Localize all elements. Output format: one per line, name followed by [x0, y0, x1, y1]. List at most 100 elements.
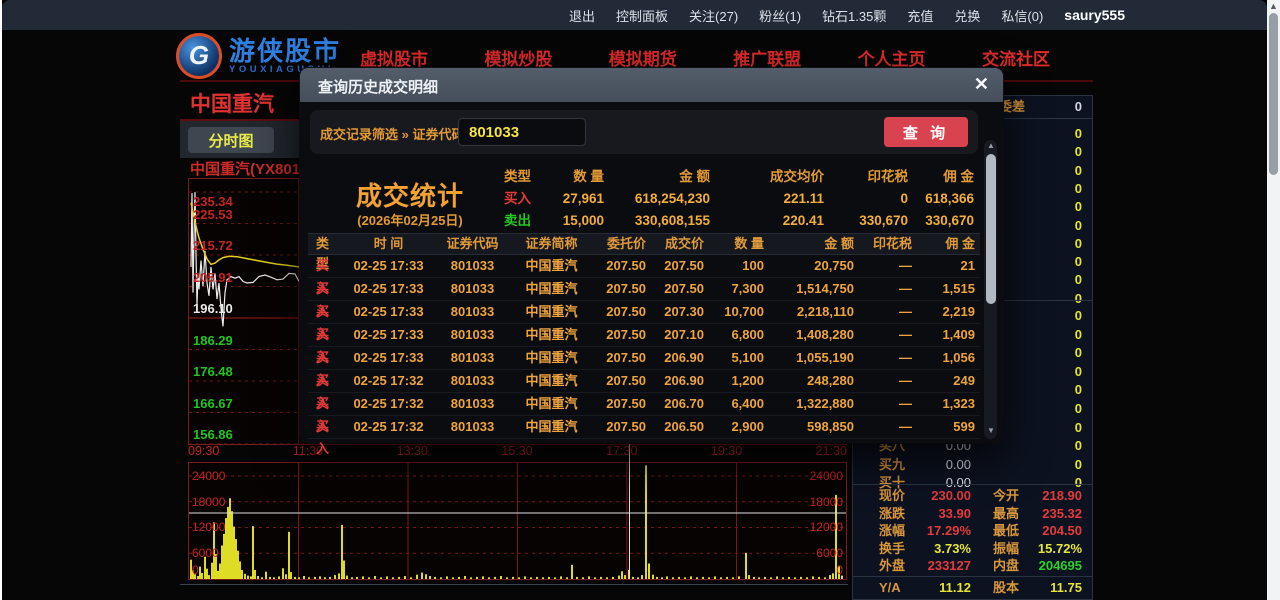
quote-row: 涨幅17.29%最低204.50 [853, 522, 1092, 540]
volume-bar [410, 577, 412, 579]
volume-bar [720, 577, 722, 579]
buy-level-volume: 0 [1075, 307, 1082, 325]
volume-bar [434, 577, 436, 579]
volume-bar [708, 577, 710, 579]
volume-bar [446, 576, 448, 579]
buy-level-volume: 0 [1075, 344, 1082, 362]
logo-title: 游侠股市 [229, 38, 341, 64]
modal-header[interactable]: 查询历史成交明细 ✕ [300, 68, 1003, 102]
history-trades-modal: 查询历史成交明细 ✕ 成交记录筛选 » 证券代码： 查 询 成交统计 (2026… [300, 68, 1003, 443]
volume-bar [314, 577, 316, 579]
volume-bar [261, 577, 263, 579]
volume-bar [571, 565, 573, 579]
volume-bar [582, 577, 584, 579]
volume-axis-label: 24000 [810, 469, 843, 483]
buy-level-volume: 0 [1075, 381, 1082, 399]
volume-bar [684, 577, 686, 579]
topbar-link[interactable]: 充值 [907, 6, 933, 25]
trade-row: 买入02-25 17:32801033中国重汽207.50206.901,200… [308, 370, 980, 393]
summary-header-row: 类型数 量金 额成交均价印花税佣 金 [500, 166, 974, 188]
volume-bar [252, 526, 254, 579]
topbar-link[interactable]: 兑换 [954, 6, 980, 25]
page-scroll-up-icon[interactable]: ▲ [1269, 1, 1278, 11]
volume-bar [368, 577, 370, 579]
volume-bar [235, 539, 237, 579]
topbar-link[interactable]: 退出 [569, 6, 595, 25]
volume-bar [696, 577, 698, 579]
volume-bar [782, 577, 784, 579]
filter-panel: 成交记录筛选 » 证券代码： 查 询 [310, 110, 978, 154]
stat-value: 204.50 [1042, 522, 1082, 540]
topbar-link[interactable]: 关注(27) [689, 6, 738, 25]
topbar-links: 退出 控制面板 关注(27) 粉丝(1) 钻石1.35颗 充值 兑换 私信(0) [569, 6, 1043, 25]
topbar-link[interactable]: 钻石1.35颗 [822, 6, 886, 25]
volume-axis-label: 6000 [192, 546, 219, 560]
volume-bar [732, 577, 734, 579]
volume-axis-label: 0 [836, 563, 843, 577]
security-code-input[interactable] [458, 118, 586, 146]
page-scrollbar-thumb[interactable] [1269, 13, 1278, 175]
volume-bar [764, 577, 766, 579]
nav-item[interactable]: 模拟炒股 [484, 45, 552, 70]
topbar-link[interactable]: 粉丝(1) [759, 6, 801, 25]
weicha-value: 0 [1075, 98, 1082, 116]
volume-bar [343, 561, 345, 580]
topbar-link[interactable]: 私信(0) [1001, 6, 1043, 25]
volume-bar [233, 527, 235, 579]
nav-item[interactable]: 个人主页 [858, 45, 926, 70]
tab-intraday-chart[interactable]: 分时图 [188, 127, 274, 153]
volume-bar [476, 577, 478, 579]
close-icon[interactable]: ✕ [974, 74, 989, 95]
summary-cell: 221.11 [710, 188, 824, 210]
username[interactable]: saury555 [1064, 7, 1125, 23]
trade-row: 买入02-25 17:33801033中国重汽207.50207.106,800… [308, 324, 980, 347]
nav-item[interactable]: 推广联盟 [733, 45, 801, 70]
volume-bar [227, 507, 229, 579]
volume-bar [374, 576, 376, 579]
volume-bar [690, 576, 692, 579]
nav-item[interactable]: 虚拟股市 [360, 45, 428, 70]
topbar-link[interactable]: 控制面板 [616, 6, 668, 25]
nav-item[interactable]: 交流社区 [982, 45, 1050, 70]
volume-bar [273, 577, 275, 579]
summary-header-cell: 金 额 [604, 166, 710, 188]
stat-value: 11.75 [1050, 579, 1082, 597]
trade-cell: 中国重汽 [514, 416, 594, 460]
volume-bar [641, 575, 643, 579]
volume-bar [470, 577, 472, 579]
time-tick: 09:30 [188, 444, 219, 461]
volume-bar [285, 574, 287, 579]
volume-bar [421, 573, 423, 579]
scroll-down-icon[interactable]: ▼ [987, 426, 995, 435]
summary-row: 买入27,961618,254,230221.110618,366 [500, 188, 974, 210]
volume-bar [800, 577, 802, 579]
left-panel-bottom-border [180, 584, 848, 585]
sidebar-divider [853, 576, 1092, 577]
nav-item[interactable]: 模拟期货 [609, 45, 677, 70]
modal-scrollbar-thumb[interactable] [986, 154, 996, 304]
main-nav: 虚拟股市 模拟炒股 模拟期货 推广联盟 个人主页 交流社区 [360, 45, 1050, 70]
volume-axis-label: 0 [192, 563, 199, 577]
volume-axis-label: 12000 [810, 520, 843, 534]
trade-row: 买入02-25 17:33801033中国重汽207.50206.905,100… [308, 347, 980, 370]
volume-bar [621, 571, 623, 579]
search-button[interactable]: 查 询 [884, 117, 968, 147]
volume-bar [308, 577, 310, 579]
volume-bar [576, 577, 578, 579]
buy-level-volume: 0 [1075, 419, 1082, 437]
trade-detail-table: 类型时 间证券代码证券简称委托价成交价数 量金 额印花税佣 金买入02-25 1… [308, 233, 980, 439]
scroll-up-icon[interactable]: ▲ [987, 141, 995, 150]
trade-row: 买入02-25 17:32801033中国重汽207.50206.706,400… [308, 393, 980, 416]
sell-level-volume: 0 [1075, 271, 1082, 289]
summary-cell: 卖出 [500, 210, 544, 232]
summary-header-cell: 佣 金 [908, 166, 974, 188]
sell-level-volume: 0 [1075, 290, 1082, 308]
volume-bar [758, 577, 760, 579]
volume-axis-label: 12000 [192, 520, 225, 534]
volume-bar [229, 498, 231, 579]
volume-bar [346, 576, 348, 579]
volume-bar [745, 553, 747, 579]
price-axis-label: 166.67 [193, 396, 233, 411]
volume-bar [464, 576, 466, 579]
summary-header-cell: 数 量 [544, 166, 604, 188]
